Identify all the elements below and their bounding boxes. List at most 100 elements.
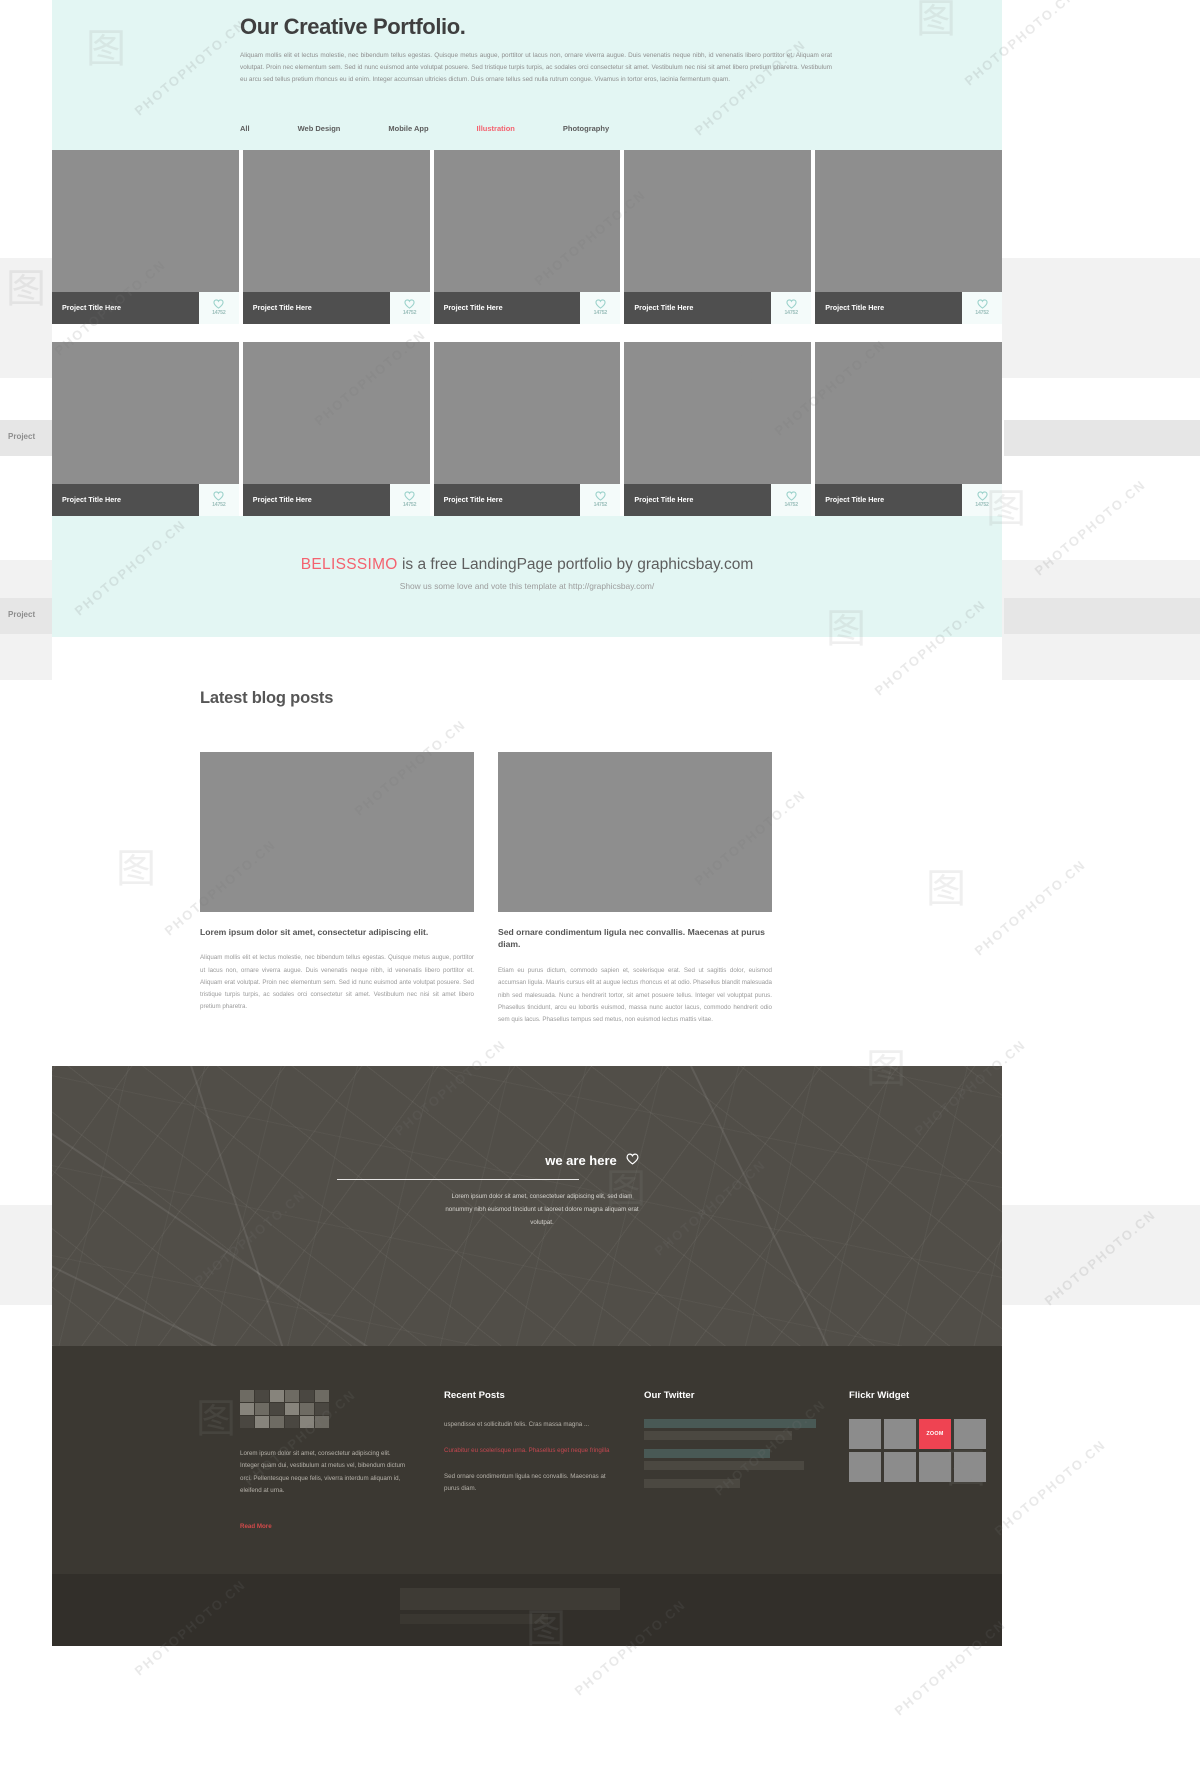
portfolio-item-title: Project Title Here — [52, 483, 199, 516]
map-heading-label: we are here — [545, 1152, 617, 1168]
portfolio-filter-web-design[interactable]: Web Design — [298, 124, 341, 133]
portfolio-filter-nav: All Web Design Mobile App Illustration Photo… — [240, 108, 962, 150]
portfolio-item-title: Project Title Here — [242, 483, 390, 516]
recent-posts-list: uspendisse et sollicitudin felis. Cras m… — [444, 1419, 644, 1495]
portfolio-item[interactable]: Project Title Here 14752 — [433, 341, 621, 516]
portfolio-like-button[interactable]: 14752 — [580, 483, 621, 516]
portfolio-filter-mobile-app[interactable]: Mobile App — [388, 124, 428, 133]
portfolio-like-button[interactable]: 14752 — [771, 483, 812, 516]
portfolio-like-button[interactable]: 14752 — [389, 291, 430, 324]
blog-post-thumbnail[interactable] — [498, 751, 772, 912]
portfolio-thumbnail[interactable] — [815, 341, 1002, 484]
footer-about-text: Lorem ipsum dolor sit amet, consectetur … — [240, 1449, 406, 1494]
tweet-item[interactable] — [644, 1418, 849, 1440]
portfolio-thumbnail[interactable] — [433, 149, 621, 292]
heart-icon — [976, 299, 988, 309]
portfolio-thumbnail[interactable] — [242, 149, 430, 292]
portfolio-thumbnail[interactable] — [624, 149, 812, 292]
portfolio-item[interactable]: Project Title Here 14752 — [52, 149, 239, 324]
portfolio-filter-photography[interactable]: Photography — [563, 124, 609, 133]
portfolio-item[interactable]: Project Title Here 14752 — [815, 341, 1002, 516]
ghost-card-right — [1004, 598, 1200, 634]
portfolio-item[interactable]: Project Title Here 14752 — [624, 149, 812, 324]
portfolio-thumbnail[interactable] — [624, 341, 812, 484]
promo-headline: BELISSSIMO is a free LandingPage portfol… — [52, 556, 1002, 574]
flickr-thumbnail-grid: ZOOM — [849, 1418, 1039, 1482]
portfolio-item-title: Project Title Here — [815, 483, 962, 516]
portfolio-caption-bar: Project Title Here 14752 — [52, 483, 239, 516]
page-title: Our Creative Portfolio. — [240, 14, 466, 39]
recent-post-item[interactable]: uspendisse et sollicitudin felis. Cras m… — [444, 1419, 620, 1431]
footer-columns: Lorem ipsum dolor sit amet, consectetur … — [240, 1389, 986, 1534]
blog-post[interactable]: Lorem ipsum dolor sit amet, consectetur … — [200, 751, 474, 1026]
portfolio-like-count: 14752 — [975, 310, 989, 317]
blog-post[interactable]: Sed ornare condimentum ligula nec conval… — [498, 751, 772, 1026]
tweet-item[interactable] — [644, 1478, 849, 1488]
portfolio-item[interactable]: Project Title Here 14752 — [815, 149, 1002, 324]
portfolio-item[interactable]: Project Title Here 14752 — [242, 341, 430, 516]
location-map-section[interactable]: we are here Lorem ipsum dolor sit amet, … — [52, 1065, 1002, 1346]
map-divider — [337, 1178, 579, 1180]
portfolio-item[interactable]: Project Title Here 14752 — [624, 341, 812, 516]
heart-icon — [976, 491, 988, 501]
flickr-thumbnail[interactable] — [954, 1451, 986, 1482]
portfolio-filter-illustration[interactable]: Illustration — [477, 124, 515, 133]
flickr-thumbnail[interactable] — [849, 1451, 881, 1482]
heart-icon — [213, 299, 224, 309]
hero-description: Aliquam mollis elit et lectus molestie, … — [240, 52, 832, 83]
portfolio-filter-all[interactable]: All — [240, 124, 250, 133]
portfolio-grid-row-1: Project Title Here 14752 Project Title Her… — [52, 149, 1002, 324]
portfolio-item[interactable]: Project Title Here 14752 — [52, 341, 239, 516]
flickr-thumbnail[interactable] — [919, 1451, 951, 1482]
portfolio-caption-bar: Project Title Here 14752 — [433, 291, 621, 324]
footer-twitter-column: Our Twitter — [644, 1390, 849, 1534]
portfolio-item[interactable]: Project Title Here 14752 — [433, 149, 621, 324]
flickr-thumbnail[interactable] — [849, 1418, 881, 1449]
portfolio-thumbnail[interactable] — [242, 341, 430, 484]
portfolio-thumbnail[interactable] — [52, 341, 239, 484]
flickr-thumbnail[interactable] — [884, 1451, 916, 1482]
flickr-thumbnail-active[interactable]: ZOOM — [919, 1418, 951, 1449]
heart-icon — [786, 491, 797, 501]
portfolio-item-title: Project Title Here — [624, 291, 772, 324]
read-more-link[interactable]: Read More — [240, 1523, 272, 1530]
map-road-line — [52, 1245, 1002, 1346]
footer-bottom-placeholder — [400, 1587, 620, 1610]
portfolio-item-title: Project Title Here — [433, 483, 581, 516]
blog-post-grid: Lorem ipsum dolor sit amet, consectetur … — [200, 751, 962, 1026]
heart-icon — [626, 1153, 639, 1168]
portfolio-like-count: 14752 — [784, 502, 798, 509]
footer-flickr-column: Flickr Widget ZOOM — [849, 1390, 1039, 1534]
blog-post-excerpt: Aliquam mollis elit et lectus molestie, … — [200, 954, 474, 1010]
portfolio-caption-bar: Project Title Here 14752 — [815, 291, 1002, 324]
portfolio-like-count: 14752 — [212, 502, 226, 509]
tweet-item[interactable] — [644, 1448, 849, 1470]
promo-brand: BELISSSIMO — [300, 555, 398, 573]
portfolio-like-count: 14752 — [402, 502, 417, 509]
portfolio-item-title: Project Title Here — [433, 291, 581, 324]
portfolio-hero-section: Our Creative Portfolio. Aliquam mollis e… — [52, 0, 1002, 150]
portfolio-like-button[interactable]: 14752 — [198, 291, 239, 324]
recent-post-item[interactable]: Sed ornare condimentum ligula nec conval… — [444, 1471, 620, 1495]
portfolio-like-button[interactable]: 14752 — [580, 291, 621, 324]
recent-post-item[interactable]: Curabitur eu scelerisque urna. Phasellus… — [444, 1445, 620, 1457]
ghost-card-label: Project — [8, 610, 36, 619]
site-column: Our Creative Portfolio. Aliquam mollis e… — [52, 0, 1002, 1646]
flickr-thumbnail[interactable] — [954, 1418, 986, 1449]
portfolio-item[interactable]: Project Title Here 14752 — [242, 149, 430, 324]
flickr-thumbnail[interactable] — [884, 1418, 916, 1449]
portfolio-like-button[interactable]: 14752 — [962, 483, 1002, 516]
map-heading: we are here — [545, 1153, 639, 1168]
portfolio-like-button[interactable]: 14752 — [962, 291, 1002, 324]
portfolio-thumbnail[interactable] — [52, 149, 239, 292]
portfolio-like-button[interactable]: 14752 — [771, 291, 812, 324]
blog-post-thumbnail[interactable] — [200, 751, 474, 912]
portfolio-like-button[interactable]: 14752 — [198, 483, 239, 516]
portfolio-thumbnail[interactable] — [433, 341, 621, 484]
portfolio-like-button[interactable]: 14752 — [389, 483, 430, 516]
footer-bottom-placeholder — [400, 1613, 548, 1624]
portfolio-caption-bar: Project Title Here 14752 — [52, 291, 239, 324]
ghost-card-left: Project — [0, 598, 52, 634]
portfolio-thumbnail[interactable] — [815, 149, 1002, 292]
heart-icon — [595, 491, 606, 501]
